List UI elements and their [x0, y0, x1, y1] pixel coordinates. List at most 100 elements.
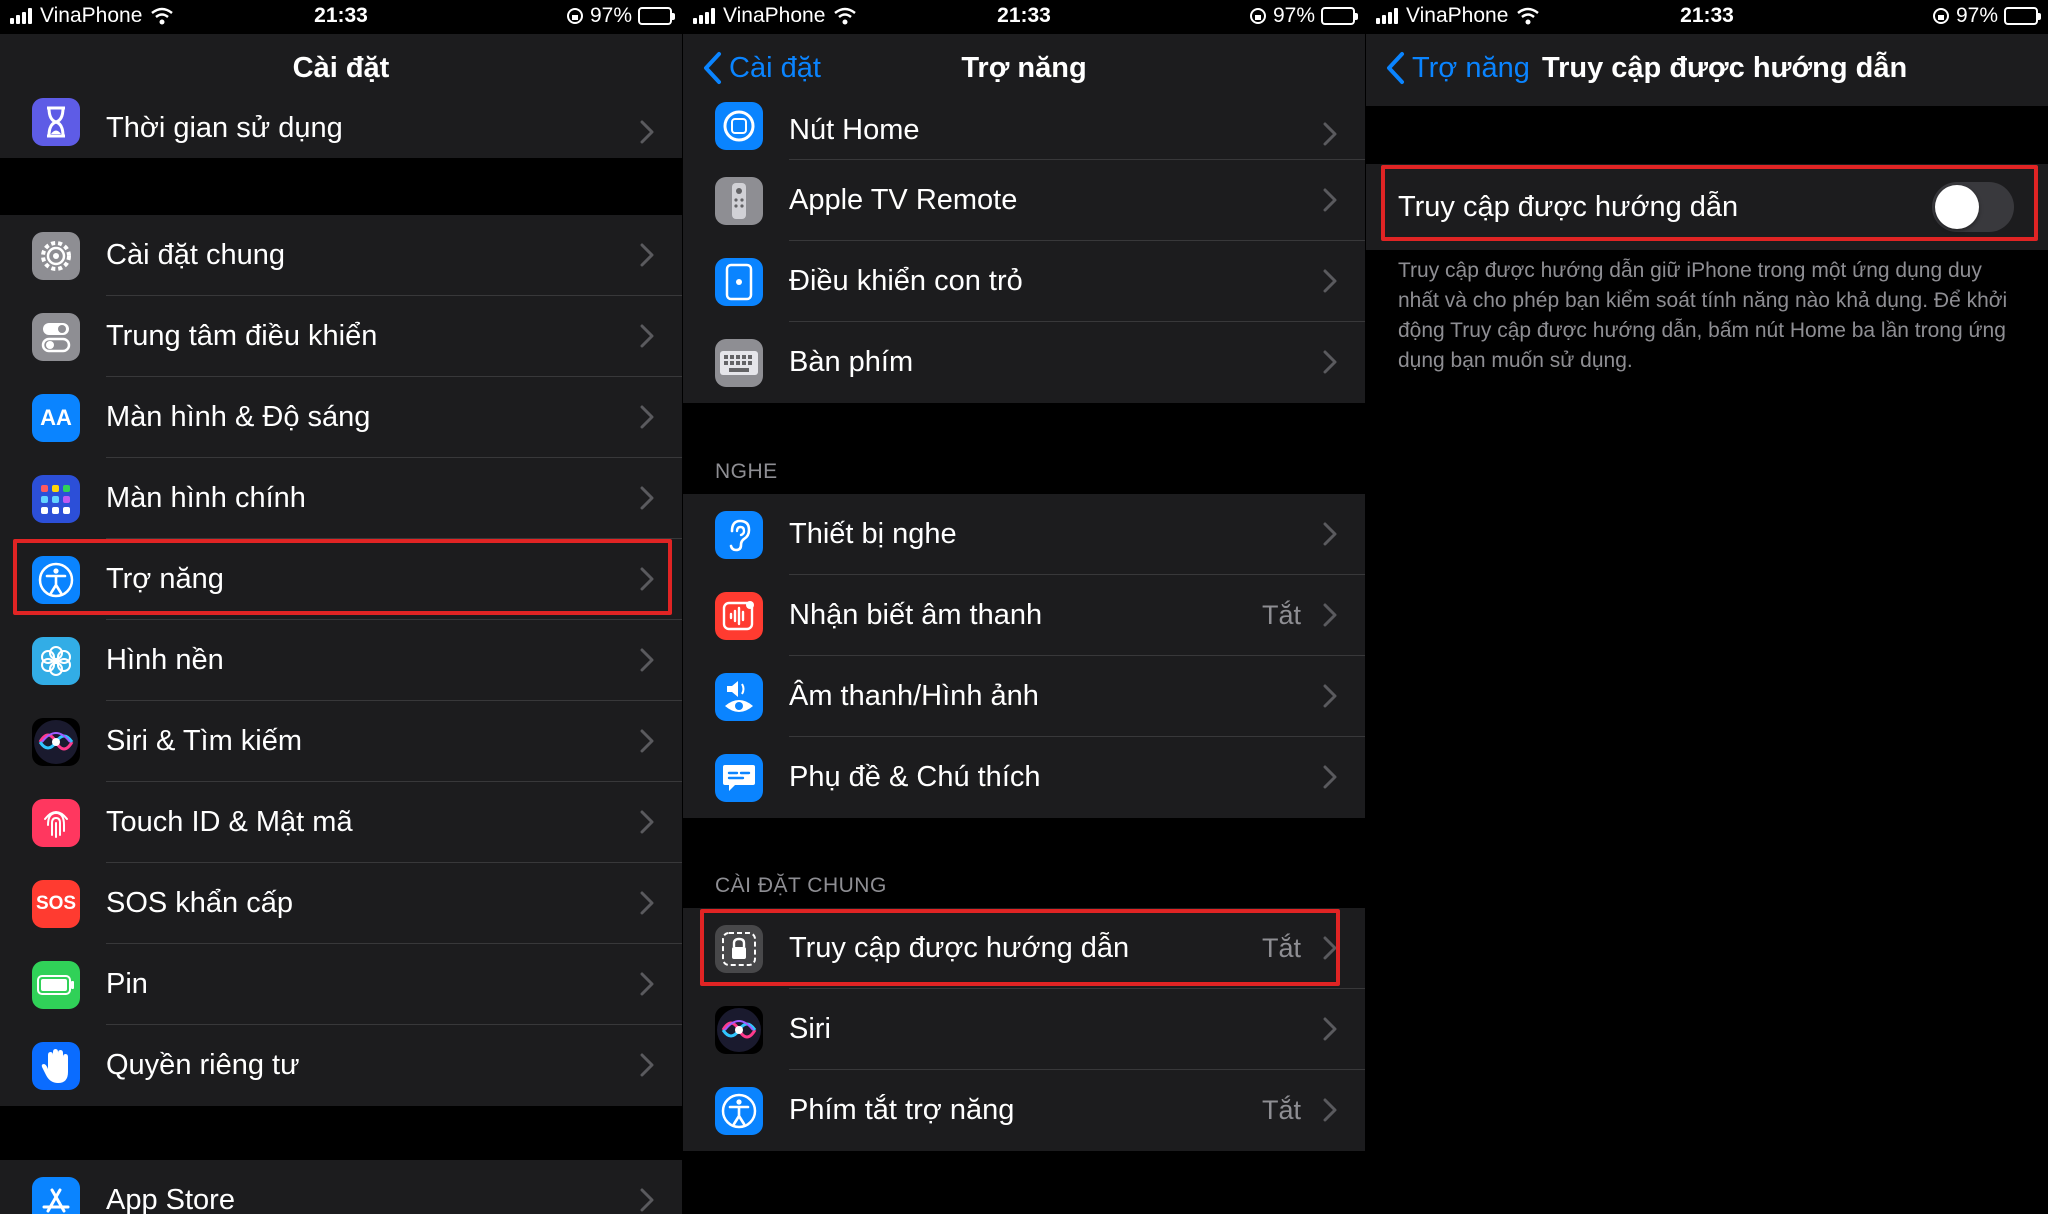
row-label: Phím tắt trợ năng — [789, 1094, 1015, 1126]
section-header-hearing: NGHE — [715, 460, 778, 483]
toggle-knob — [1935, 185, 1979, 229]
orientation-lock-icon — [1932, 8, 1949, 24]
row-label: Quyền riêng tư — [106, 1049, 300, 1081]
row-label: Phụ đề & Chú thích — [789, 761, 1041, 793]
chevron-right-icon — [640, 243, 654, 267]
hourglass-icon — [32, 98, 80, 146]
chevron-right-icon — [1323, 1098, 1337, 1122]
row-value: Tắt — [1261, 1095, 1301, 1125]
orientation-lock-icon — [1249, 8, 1266, 24]
guided-access-toggle[interactable] — [1932, 182, 2014, 232]
accessibility-row-hearing-devices[interactable]: Thiết bị nghe — [683, 494, 1365, 575]
chevron-right-icon — [1323, 522, 1337, 546]
settings-row-general[interactable]: Cài đặt chung — [0, 215, 682, 296]
row-label: Apple TV Remote — [789, 184, 1018, 216]
settings-row-sos[interactable]: SOS SOS khẩn cấp — [0, 863, 682, 944]
status-right: 97% — [1249, 4, 1358, 28]
row-label: Màn hình & Độ sáng — [106, 401, 371, 433]
chevron-right-icon — [640, 567, 654, 591]
group-general: Cài đặt chung Trung tâm điều khiển AA Mà… — [0, 215, 682, 1106]
accessibility-row-keyboard[interactable]: Bàn phím — [683, 322, 1365, 403]
page-title: Truy cập được hướng dẫn — [1542, 52, 1908, 84]
settings-row-privacy[interactable]: Quyền riêng tư — [0, 1025, 682, 1106]
accessibility-row-sound-recognition[interactable]: Nhận biết âm thanh Tắt — [683, 575, 1365, 656]
settings-row-wallpaper[interactable]: Hình nền — [0, 620, 682, 701]
nav-bar: Cài đặt — [0, 34, 682, 106]
settings-row-battery[interactable]: Pin — [0, 944, 682, 1025]
accessibility-row-guided-access[interactable]: Truy cập được hướng dẫn Tắt — [683, 908, 1365, 989]
battery-percent: 97% — [589, 4, 632, 27]
row-label: Siri — [789, 1013, 831, 1045]
settings-row-siri[interactable]: Siri & Tìm kiếm — [0, 701, 682, 782]
app-store-icon — [32, 1177, 80, 1214]
row-label: Truy cập được hướng dẫn — [789, 932, 1130, 964]
settings-row-home-screen[interactable]: Màn hình chính — [0, 458, 682, 539]
sos-icon: SOS — [32, 880, 80, 928]
text-size-icon: AA — [32, 394, 80, 442]
settings-row-display[interactable]: AA Màn hình & Độ sáng — [0, 377, 682, 458]
sound-recognition-icon — [715, 592, 763, 640]
settings-row-screen-time[interactable]: Thời gian sử dụng — [0, 98, 682, 158]
settings-row-touch-id[interactable]: Touch ID & Mật mã — [0, 782, 682, 863]
row-label: Touch ID & Mật mã — [106, 806, 353, 838]
row-label: Thời gian sử dụng — [106, 112, 343, 144]
nav-bar: Cài đặt Trợ năng — [683, 34, 1365, 106]
row-label: Cài đặt chung — [106, 239, 285, 271]
orientation-lock-icon — [566, 8, 583, 24]
row-label: Hình nền — [106, 644, 224, 676]
gear-icon — [32, 232, 80, 280]
group-general: Truy cập được hướng dẫn Tắt Siri Phím tắ… — [683, 908, 1365, 1151]
back-button[interactable]: Trợ năng — [1384, 51, 1530, 85]
fingerprint-icon — [32, 799, 80, 847]
flower-icon — [32, 637, 80, 685]
chevron-right-icon — [1323, 765, 1337, 789]
accessibility-row-shortcut[interactable]: Phím tắt trợ năng Tắt — [683, 1070, 1365, 1151]
chevron-right-icon — [640, 729, 654, 753]
chevron-right-icon — [640, 486, 654, 510]
accessibility-row-home-button[interactable]: Nút Home — [683, 102, 1365, 160]
accessibility-icon — [715, 1087, 763, 1135]
section-header-general: CÀI ĐẶT CHUNG — [715, 874, 887, 897]
row-label: SOS khẩn cấp — [106, 887, 293, 919]
guided-access-toggle-row[interactable]: Truy cập được hướng dẫn — [1366, 164, 2048, 250]
accessibility-panel: VinaPhone 21:33 97% Cài đặt Trợ năng Nút… — [683, 0, 1365, 1214]
settings-row-control-center[interactable]: Trung tâm điều khiển — [0, 296, 682, 377]
battery-icon — [2004, 7, 2041, 25]
chevron-left-icon — [1384, 51, 1406, 85]
row-label: Điều khiển con trỏ — [789, 265, 1023, 297]
ear-icon — [715, 511, 763, 559]
chevron-right-icon — [640, 972, 654, 996]
settings-panel: VinaPhone 21:33 97% Cài đặt Thời gian sử… — [0, 0, 682, 1214]
siri-icon — [715, 1006, 763, 1054]
lock-icon — [715, 925, 763, 973]
sos-glyph: SOS — [35, 893, 77, 914]
chevron-right-icon — [640, 1188, 654, 1212]
row-label: Truy cập được hướng dẫn — [1398, 190, 1739, 223]
chevron-right-icon — [1323, 188, 1337, 212]
battery-icon — [1321, 7, 1358, 25]
captions-icon — [715, 754, 763, 802]
accessibility-row-tv-remote[interactable]: Apple TV Remote — [683, 160, 1365, 241]
row-label: Âm thanh/Hình ảnh — [789, 680, 1039, 712]
siri-icon — [32, 718, 80, 766]
guided-access-panel: VinaPhone 21:33 97% Trợ năng Truy cập đư… — [1366, 0, 2048, 1214]
settings-row-app-store[interactable]: App Store — [0, 1160, 682, 1214]
page-title: Cài đặt — [292, 52, 390, 84]
chevron-right-icon — [640, 648, 654, 672]
row-label: Màn hình chính — [106, 482, 306, 514]
row-label: Pin — [106, 968, 148, 1000]
accessibility-row-captions[interactable]: Phụ đề & Chú thích — [683, 737, 1365, 818]
accessibility-row-siri[interactable]: Siri — [683, 989, 1365, 1070]
audio-visual-icon — [715, 673, 763, 721]
pointer-icon — [715, 258, 763, 306]
chevron-right-icon — [640, 120, 654, 144]
settings-row-accessibility[interactable]: Trợ năng — [0, 539, 682, 620]
row-label: Trung tâm điều khiển — [106, 320, 378, 352]
row-label: Thiết bị nghe — [789, 518, 957, 550]
accessibility-row-pointer-control[interactable]: Điều khiển con trỏ — [683, 241, 1365, 322]
status-right: 97% — [1932, 4, 2041, 28]
chevron-right-icon — [640, 1053, 654, 1077]
accessibility-row-audio-visual[interactable]: Âm thanh/Hình ảnh — [683, 656, 1365, 737]
home-button-icon — [715, 102, 763, 150]
nav-bar: Trợ năng Truy cập được hướng dẫn — [1366, 34, 2048, 106]
